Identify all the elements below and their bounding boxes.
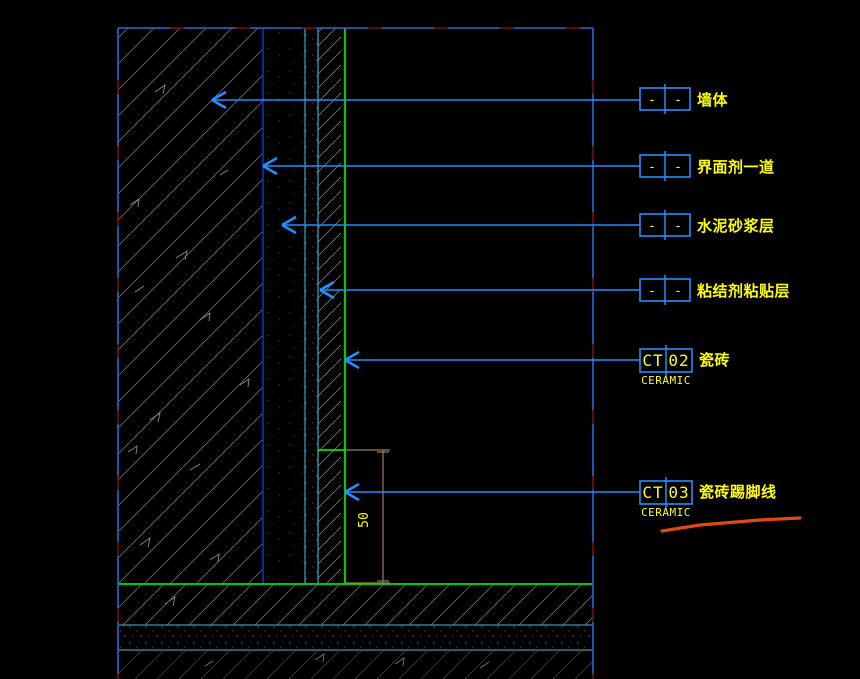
floor-hatch-band <box>118 585 593 625</box>
callout-sub-label: CERAMIC <box>641 374 691 387</box>
callout-right-cell: - <box>674 284 682 299</box>
callout-label: 粘结剂粘贴层 <box>697 282 790 300</box>
callout-label: 水泥砂浆层 <box>697 217 775 235</box>
floor-base-band <box>118 651 593 679</box>
callout-ceramic-tile[interactable]: CT 02 CERAMIC 瓷砖 <box>344 345 730 387</box>
callout-right-cell: 03 <box>668 483 689 502</box>
wall-body-hatch <box>118 28 263 583</box>
callout-cement-mortar[interactable]: - - 水泥砂浆层 <box>281 210 775 240</box>
callout-sub-label: CERAMIC <box>641 506 691 519</box>
floor-screed-band <box>118 626 593 650</box>
orange-annotation-underline <box>660 516 802 533</box>
callout-left-cell: - <box>648 219 656 234</box>
adhesive-layer-band <box>318 28 341 583</box>
callout-left-cell: CT <box>642 483 663 502</box>
dimension-value-50: 50 <box>357 512 372 528</box>
callout-right-cell: 02 <box>668 351 689 370</box>
callout-right-cell: - <box>674 160 682 175</box>
cad-viewport: 50 - - 墙体 - - 界面剂一道 - - 水泥砂浆层 - - 粘结剂粘贴层… <box>117 27 802 679</box>
callout-adhesive[interactable]: - - 粘结剂粘贴层 <box>319 275 790 305</box>
callout-right-cell: - <box>674 93 682 108</box>
cad-drawing-canvas: 50 - - 墙体 - - 界面剂一道 - - 水泥砂浆层 - - 粘结剂粘贴层… <box>0 0 860 679</box>
callout-left-cell: CT <box>642 351 663 370</box>
callout-tile-skirting[interactable]: CT 03 CERAMIC 瓷砖踢脚线 <box>344 477 777 519</box>
callout-label: 瓷砖踢脚线 <box>699 483 777 501</box>
callout-label: 墙体 <box>697 91 729 109</box>
callout-right-cell: - <box>674 219 682 234</box>
interface-agent-band <box>263 28 305 583</box>
callout-label: 界面剂一道 <box>697 158 775 176</box>
callout-left-cell: - <box>648 284 656 299</box>
callout-left-cell: - <box>648 93 656 108</box>
cement-mortar-band <box>305 28 318 583</box>
callout-left-cell: - <box>648 160 656 175</box>
callout-label: 瓷砖 <box>699 351 730 369</box>
